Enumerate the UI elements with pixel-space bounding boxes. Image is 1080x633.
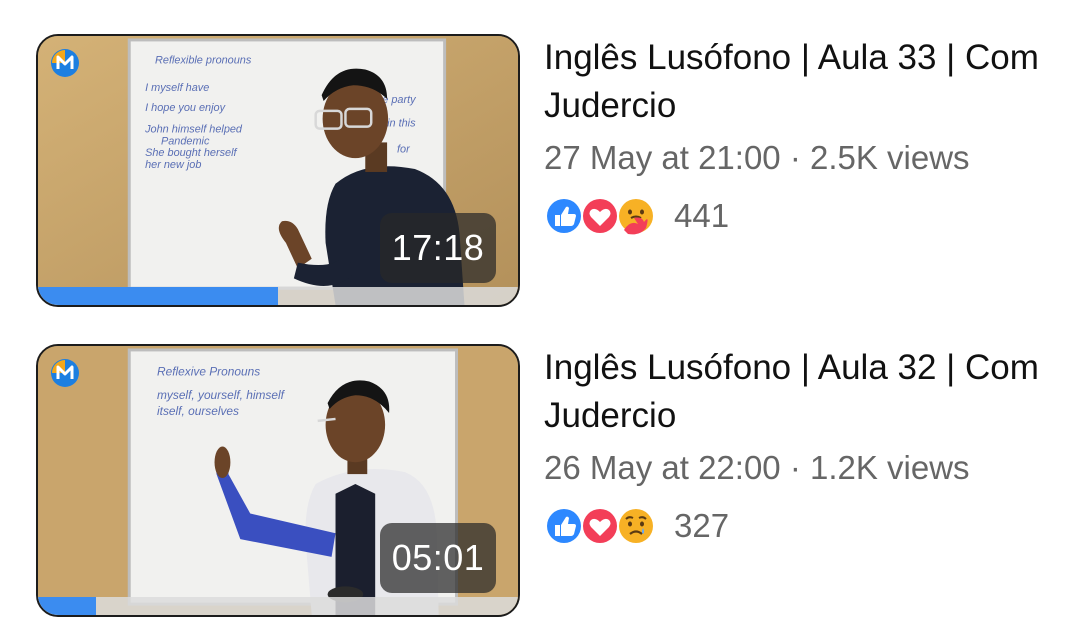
watch-progress-bar [38, 287, 518, 305]
whiteboard-text: itself, ourselves [157, 404, 239, 418]
video-item[interactable]: Reflexive Pronouns myself, yourself, him… [0, 310, 1080, 617]
reaction-icons [544, 196, 660, 236]
watch-progress-bar [38, 597, 518, 615]
whiteboard-text: Reflexive Pronouns [157, 365, 260, 379]
video-meta: 27 May at 21:00 · 2.5K views [544, 139, 970, 176]
care-icon [617, 197, 655, 235]
whiteboard-text: in this [387, 118, 416, 130]
whiteboard-text: myself, yourself, himself [157, 388, 286, 402]
reaction-count: 441 [674, 197, 730, 234]
video-item[interactable]: Reflexible pronouns I myself have I hope… [0, 0, 1080, 307]
channel-logo-icon[interactable] [50, 48, 80, 78]
whiteboard-text: I myself have [145, 82, 209, 94]
love-icon [581, 507, 619, 545]
video-list: Reflexible pronouns I myself have I hope… [0, 0, 1080, 633]
whiteboard-text: Pandemic [161, 135, 210, 147]
whiteboard-text: Reflexible pronouns [155, 55, 252, 67]
love-icon [581, 197, 619, 235]
whiteboard-text: She bought herself [145, 147, 237, 159]
video-title[interactable]: Inglês Lusófono | Aula 33 | Com Judercio [544, 34, 1064, 130]
like-icon [545, 197, 583, 235]
video-thumbnail[interactable]: Reflexible pronouns I myself have I hope… [36, 34, 520, 307]
whiteboard-text: her new job [145, 159, 201, 171]
whiteboard-text: I hope you enjoy [145, 102, 226, 114]
reactions-summary[interactable]: 441 [544, 196, 1064, 236]
sad-icon [617, 507, 655, 545]
channel-logo-icon[interactable] [50, 358, 80, 388]
reaction-count: 327 [674, 507, 730, 544]
video-duration: 05:01 [380, 523, 496, 593]
video-thumbnail[interactable]: Reflexive Pronouns myself, yourself, him… [36, 344, 520, 617]
video-title[interactable]: Inglês Lusófono | Aula 32 | Com Judercio [544, 344, 1064, 440]
reactions-summary[interactable]: 327 [544, 506, 1064, 546]
whiteboard-text: for [397, 143, 410, 155]
video-meta: 26 May at 22:00 · 1.2K views [544, 449, 970, 486]
reaction-icons [544, 506, 660, 546]
video-duration: 17:18 [380, 213, 496, 283]
video-info: Inglês Lusófono | Aula 33 | Com Judercio… [544, 34, 1064, 236]
like-icon [545, 507, 583, 545]
whiteboard-text: John himself helped [144, 124, 243, 136]
watch-progress-fill [38, 597, 96, 615]
video-info: Inglês Lusófono | Aula 32 | Com Judercio… [544, 344, 1064, 546]
watch-progress-fill [38, 287, 278, 305]
